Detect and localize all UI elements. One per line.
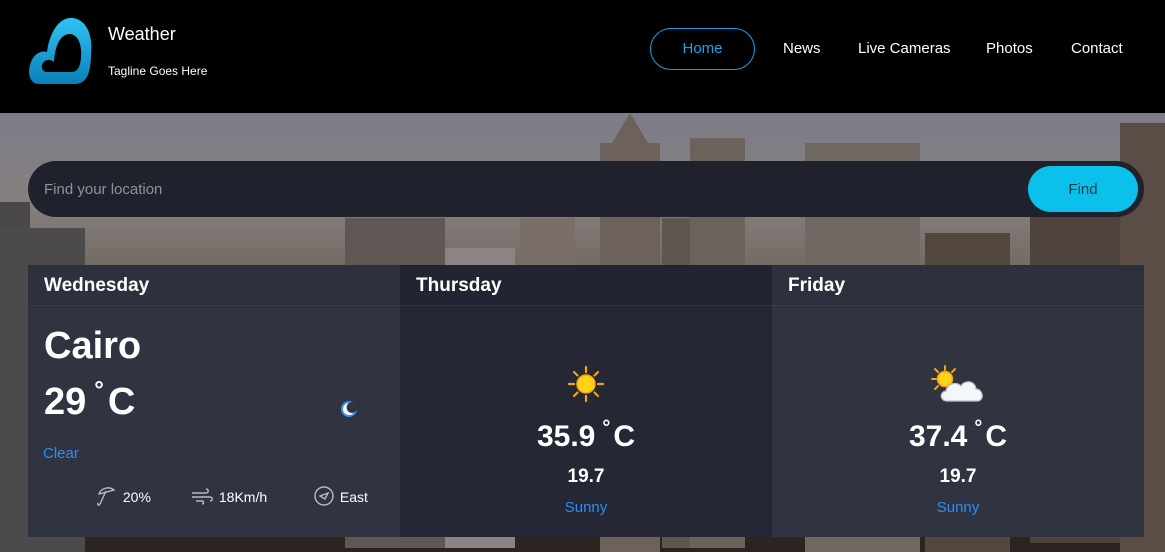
forecast-high-temp: 35.9 ° C — [400, 417, 772, 454]
humidity-stat: 20% — [96, 485, 151, 507]
degree-symbol: ° — [94, 377, 104, 404]
degree-symbol: ° — [974, 417, 983, 439]
compass-icon — [313, 486, 340, 506]
today-weather-card: Wednesday Cairo 29 °C Clear 20% 18Km/h — [28, 265, 400, 537]
site-tagline: Tagline Goes Here — [108, 64, 208, 78]
current-temperature: 29 ° C — [44, 377, 135, 424]
site-header: Weather Tagline Goes Here Home News Live… — [0, 0, 1165, 113]
current-condition: Clear — [43, 445, 79, 462]
degree-symbol: ° — [602, 417, 611, 439]
forecast-card-thursday: Thursday 35.9 ° C 19.7 Sunny — [400, 265, 772, 537]
nav-photos[interactable]: Photos — [986, 28, 1033, 70]
temp-unit: C — [985, 420, 1008, 453]
nav-live-cameras[interactable]: Live Cameras — [858, 28, 951, 70]
temp-unit: C — [613, 420, 636, 453]
partly-cloudy-icon — [929, 365, 987, 409]
forecast-condition: Sunny — [564, 499, 608, 516]
city-name: Cairo — [44, 325, 142, 367]
wind-value: 18Km/h — [218, 489, 268, 505]
location-search-input[interactable] — [44, 161, 1024, 217]
forecast-day-label: Thursday — [400, 265, 772, 306]
forecast-high-value: 35.9 — [536, 420, 596, 453]
location-search-bar: Find — [28, 161, 1144, 217]
forecast-high-value: 37.4 — [908, 420, 968, 453]
wind-direction-stat: East — [313, 485, 368, 507]
forecast-condition: Sunny — [936, 499, 980, 516]
wind-stat: 18Km/h — [190, 485, 267, 507]
humidity-value: 20% — [122, 489, 151, 505]
cloud-logo-icon[interactable] — [27, 14, 93, 86]
temp-unit: C — [107, 381, 136, 423]
find-button[interactable]: Find — [1028, 166, 1138, 212]
forecast-low-temp: 19.7 — [567, 466, 605, 487]
forecast-day-label: Friday — [772, 265, 1144, 306]
wind-direction-value: East — [339, 489, 368, 505]
moon-icon — [340, 400, 358, 418]
site-title: Weather — [108, 24, 176, 44]
umbrella-icon — [96, 487, 123, 506]
forecast-high-temp: 37.4 ° C — [772, 417, 1144, 454]
nav-home[interactable]: Home — [650, 28, 755, 70]
today-day-label: Wednesday — [28, 265, 400, 306]
wind-icon — [190, 488, 219, 505]
nav-news[interactable]: News — [783, 28, 821, 70]
nav-contact[interactable]: Contact — [1071, 28, 1123, 70]
forecast-low-temp: 19.7 — [939, 466, 977, 487]
current-temp-value: 29 — [44, 381, 87, 423]
forecast-card-friday: Friday 37.4 ° C 19.7 Sunny — [772, 265, 1144, 537]
sun-icon — [567, 365, 605, 407]
